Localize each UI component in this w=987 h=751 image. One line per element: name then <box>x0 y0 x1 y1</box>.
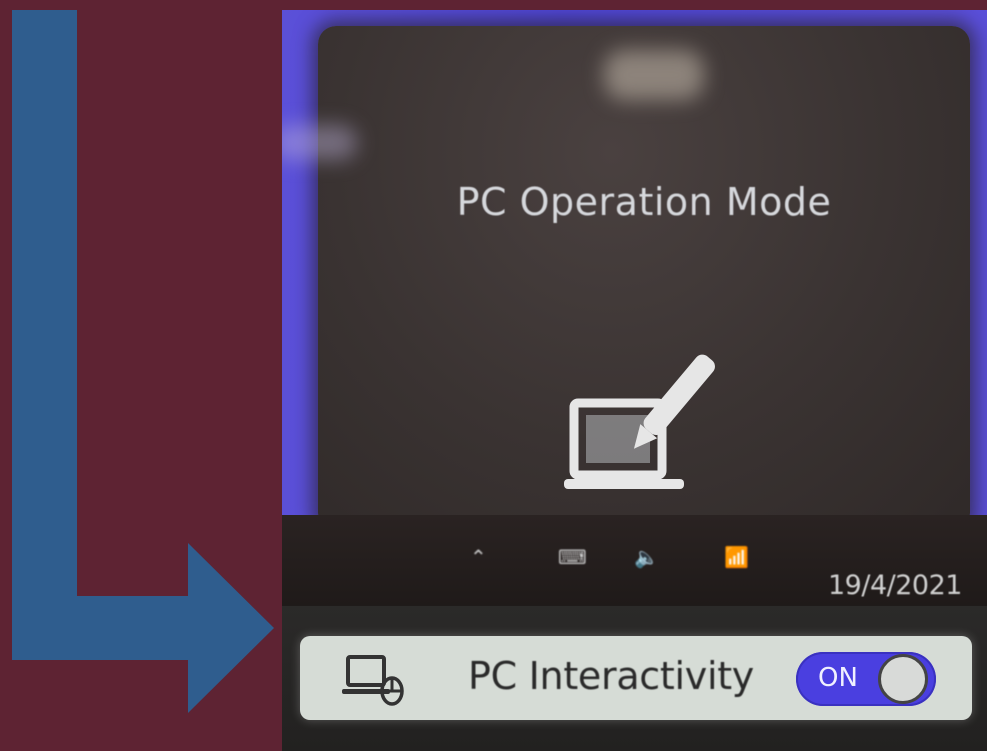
chevron-up-icon[interactable]: ⌃ <box>470 545 487 569</box>
arrow-right-icon <box>188 543 274 713</box>
pc-interactivity-row[interactable]: PC Interactivity ON <box>300 636 972 720</box>
laptop-mouse-icon <box>342 655 404 706</box>
pc-interactivity-toggle[interactable]: ON <box>796 652 936 706</box>
pc-interactivity-label: PC Interactivity <box>468 654 754 698</box>
laptop-pen-icon <box>564 354 715 489</box>
network-icon[interactable]: 📶 <box>724 545 749 569</box>
light-reflection-left <box>282 125 357 160</box>
light-reflection <box>604 50 704 100</box>
toggle-knob[interactable] <box>878 654 928 704</box>
arrow-shaft-vertical <box>12 10 77 660</box>
mode-title: PC Operation Mode <box>456 180 832 224</box>
toggle-state-label: ON <box>818 663 858 693</box>
arrow-shaft-horizontal <box>12 596 202 660</box>
device-screen: PC Operation Mode ⌃ ⌨ 🔈 📶 19/4/2021 PC I… <box>282 10 987 751</box>
volume-icon[interactable]: 🔈 <box>634 545 659 569</box>
keyboard-layout-icon[interactable]: ⌨ <box>558 545 587 569</box>
taskbar-date: 19/4/2021 <box>828 570 962 601</box>
